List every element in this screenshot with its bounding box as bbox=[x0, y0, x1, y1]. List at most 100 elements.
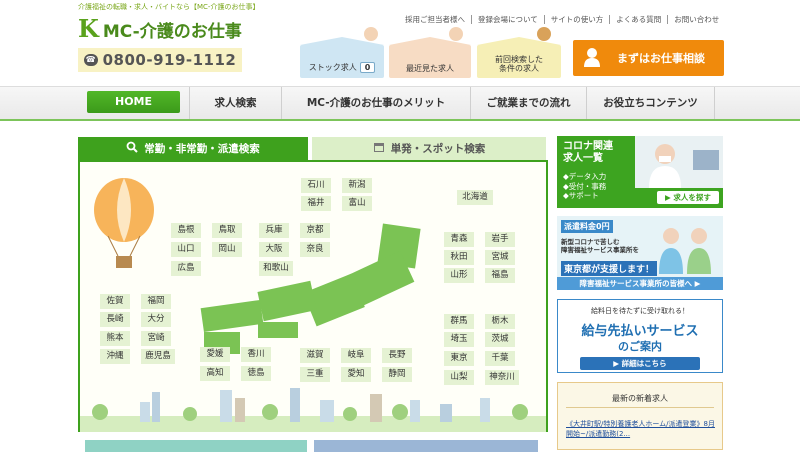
stock-label: ストック求人 bbox=[308, 63, 357, 72]
tab-spot-search[interactable]: 単発・スポット検索 bbox=[312, 137, 546, 160]
previous-search-button[interactable]: 前回検索した 条件の求人 bbox=[477, 27, 561, 78]
corona-item: ◆サポート bbox=[563, 191, 599, 200]
tab-regular-label: 常勤・非常勤・派遣検索 bbox=[144, 143, 260, 155]
pref-kyoto[interactable]: 京都 bbox=[300, 223, 330, 238]
pref-wakayama[interactable]: 和歌山 bbox=[259, 261, 293, 276]
nav-home[interactable]: HOME bbox=[87, 91, 180, 113]
recent-jobs-button[interactable]: 最近見た求人 bbox=[389, 27, 471, 78]
map-chugoku bbox=[200, 299, 264, 333]
city-skyline-illustration bbox=[80, 388, 546, 432]
salary-details-button[interactable]: ▶ 詳細はこちら bbox=[580, 357, 700, 370]
pref-saga[interactable]: 佐賀 bbox=[100, 294, 130, 309]
corona-item: ◆データ入力 bbox=[563, 172, 607, 181]
pref-nara[interactable]: 奈良 bbox=[300, 242, 330, 257]
prev-search-label: 前回検索した 条件の求人 bbox=[477, 55, 561, 73]
tab-spot-label: 単発・スポット検索 bbox=[390, 143, 486, 155]
japan-map-panel: 石川 新潟 福井 富山 北海道 島根 鳥取 山口 岡山 広島 兵庫 京都 大阪 … bbox=[78, 160, 548, 432]
calendar-icon bbox=[373, 141, 385, 156]
stock-count-badge: 0 bbox=[359, 62, 376, 73]
nav-job-search[interactable]: 求人検索 bbox=[189, 87, 281, 119]
pref-akita[interactable]: 秋田 bbox=[444, 250, 474, 265]
corona-title: コロナ関連 求人一覧 bbox=[563, 141, 613, 165]
pref-fukui[interactable]: 福井 bbox=[301, 196, 331, 211]
search-icon bbox=[126, 141, 138, 156]
phone-number: 0800-919-1112 bbox=[102, 51, 237, 69]
nav-contents[interactable]: お役立ちコンテンツ bbox=[586, 87, 715, 119]
salary-prepay-banner[interactable]: 給料日を待たずに受け取れる！ 給与先払いサービス のご案内 ▶ 詳細はこちら bbox=[557, 299, 723, 373]
top-links: 採用ご担当者様へ 登録会場について サイトの使い方 よくある質問 お問い合わせ bbox=[399, 14, 726, 25]
nav-merits[interactable]: MC-介護のお仕事のメリット bbox=[281, 87, 470, 119]
staff-avatar-icon bbox=[364, 27, 378, 41]
bottom-card-left[interactable] bbox=[85, 440, 307, 452]
salary-main-text: 給与先払いサービス bbox=[581, 324, 699, 339]
pref-kagawa[interactable]: 香川 bbox=[241, 347, 271, 362]
corona-title-line1: コロナ関連 bbox=[563, 141, 613, 152]
hot-air-balloon-icon bbox=[94, 178, 154, 268]
pref-ehime[interactable]: 愛媛 bbox=[200, 347, 230, 362]
link-recruiter[interactable]: 採用ご担当者様へ bbox=[399, 15, 471, 24]
consult-button[interactable]: まずはお仕事相談 bbox=[573, 40, 724, 76]
pref-osaka[interactable]: 大阪 bbox=[259, 242, 289, 257]
salary-top-text: 給料日を待たずに受け取れる！ bbox=[591, 307, 689, 315]
new-jobs-box: 最新の新着求人 《大井町駅/特別養護老人ホーム/派遣登業》8月開始~/派遣勤務(… bbox=[557, 382, 723, 450]
pref-ibaraki[interactable]: 茨城 bbox=[485, 332, 515, 347]
corona-item: ◆受付・事務 bbox=[563, 181, 607, 191]
pref-gunma[interactable]: 群馬 bbox=[444, 314, 474, 329]
bottom-card-right[interactable] bbox=[314, 440, 538, 452]
new-job-link[interactable]: 《大井町駅/特別養護老人ホーム/派遣登業》8月開始~/派遣勤務(2... bbox=[566, 419, 716, 439]
logo-text: MC-介護のお仕事 bbox=[102, 21, 242, 42]
pref-saitama[interactable]: 埼玉 bbox=[444, 332, 474, 347]
pref-shimane[interactable]: 島根 bbox=[171, 223, 201, 238]
pref-aomori[interactable]: 青森 bbox=[444, 232, 474, 247]
pref-tochigi[interactable]: 栃木 bbox=[485, 314, 515, 329]
pref-hyogo[interactable]: 兵庫 bbox=[259, 223, 289, 238]
corona-title-line2: 求人一覧 bbox=[563, 153, 603, 164]
dispatch-support-banner[interactable]: 派遣料金0円 新型コロナで苦しむ 障害福祉サービス事業所を 東京都が支援します！ … bbox=[557, 216, 723, 290]
site-logo[interactable]: K MC-介護のお仕事 bbox=[78, 17, 242, 42]
pref-toyama[interactable]: 富山 bbox=[342, 196, 372, 211]
pref-ishikawa[interactable]: 石川 bbox=[301, 178, 331, 193]
masked-worker-photo bbox=[635, 136, 723, 188]
pref-fukushima[interactable]: 福島 bbox=[485, 268, 515, 283]
tab-regular-search[interactable]: 常勤・非常勤・派遣検索 bbox=[78, 137, 308, 160]
nav-flow[interactable]: ご就業までの流れ bbox=[470, 87, 586, 119]
pref-nagasaki[interactable]: 長崎 bbox=[100, 312, 130, 327]
map-kinki bbox=[257, 280, 317, 322]
pref-miyagi[interactable]: 宮城 bbox=[485, 250, 515, 265]
person-icon bbox=[581, 47, 603, 69]
prev-search-line1: 前回検索した bbox=[495, 55, 543, 64]
corona-list: ◆データ入力 ◆受付・事務 ◆サポート bbox=[563, 172, 606, 201]
stock-jobs-button[interactable]: ストック求人 0 bbox=[300, 27, 384, 78]
link-venue[interactable]: 登録会場について bbox=[471, 15, 544, 24]
pref-hiroshima[interactable]: 広島 bbox=[171, 261, 201, 276]
dispatch-price: 派遣料金0円 bbox=[561, 220, 613, 233]
dispatch-footer-link[interactable]: 障害福祉サービス事業所の皆様へ ▶ bbox=[557, 277, 723, 290]
pref-yamagata[interactable]: 山形 bbox=[444, 268, 474, 283]
corona-jobs-banner[interactable]: コロナ関連 求人一覧 ◆データ入力 ◆受付・事務 ◆サポート ▶ 求人を探す bbox=[557, 136, 723, 208]
phone-number-box[interactable]: ☎ 0800-919-1112 bbox=[78, 48, 242, 72]
pref-gifu[interactable]: 岐阜 bbox=[341, 348, 371, 363]
main-nav: HOME 求人検索 MC-介護のお仕事のメリット ご就業までの流れ お役立ちコン… bbox=[0, 86, 800, 121]
pref-niigata[interactable]: 新潟 bbox=[342, 178, 372, 193]
link-howto[interactable]: サイトの使い方 bbox=[543, 15, 610, 24]
pref-kumamoto[interactable]: 熊本 bbox=[100, 331, 130, 346]
pref-iwate[interactable]: 岩手 bbox=[485, 232, 515, 247]
pref-miyazaki[interactable]: 宮崎 bbox=[141, 331, 171, 346]
pref-nagano[interactable]: 長野 bbox=[382, 348, 412, 363]
link-faq[interactable]: よくある質問 bbox=[609, 15, 668, 24]
pref-hokkaido[interactable]: 北海道 bbox=[457, 190, 493, 205]
dispatch-sub-line1: 新型コロナで苦しむ bbox=[561, 238, 620, 246]
new-jobs-title: 最新の新着求人 bbox=[612, 394, 668, 403]
pref-oita[interactable]: 大分 bbox=[141, 312, 171, 327]
pref-fukuoka[interactable]: 福岡 bbox=[141, 294, 171, 309]
site-tagline: 介護福祉の転職・求人・バイトなら【MC-介護のお仕事】 bbox=[78, 3, 260, 11]
link-contact[interactable]: お問い合わせ bbox=[667, 15, 726, 24]
pref-tottori[interactable]: 鳥取 bbox=[212, 223, 242, 238]
staff-avatar-icon bbox=[449, 27, 463, 41]
recent-label: 最近見た求人 bbox=[406, 64, 454, 73]
salary-sub-text: のご案内 bbox=[618, 340, 662, 353]
find-jobs-button[interactable]: ▶ 求人を探す bbox=[657, 191, 719, 204]
pref-yamaguchi[interactable]: 山口 bbox=[171, 242, 201, 257]
pref-okayama[interactable]: 岡山 bbox=[212, 242, 242, 257]
pref-shiga[interactable]: 滋賀 bbox=[300, 348, 330, 363]
